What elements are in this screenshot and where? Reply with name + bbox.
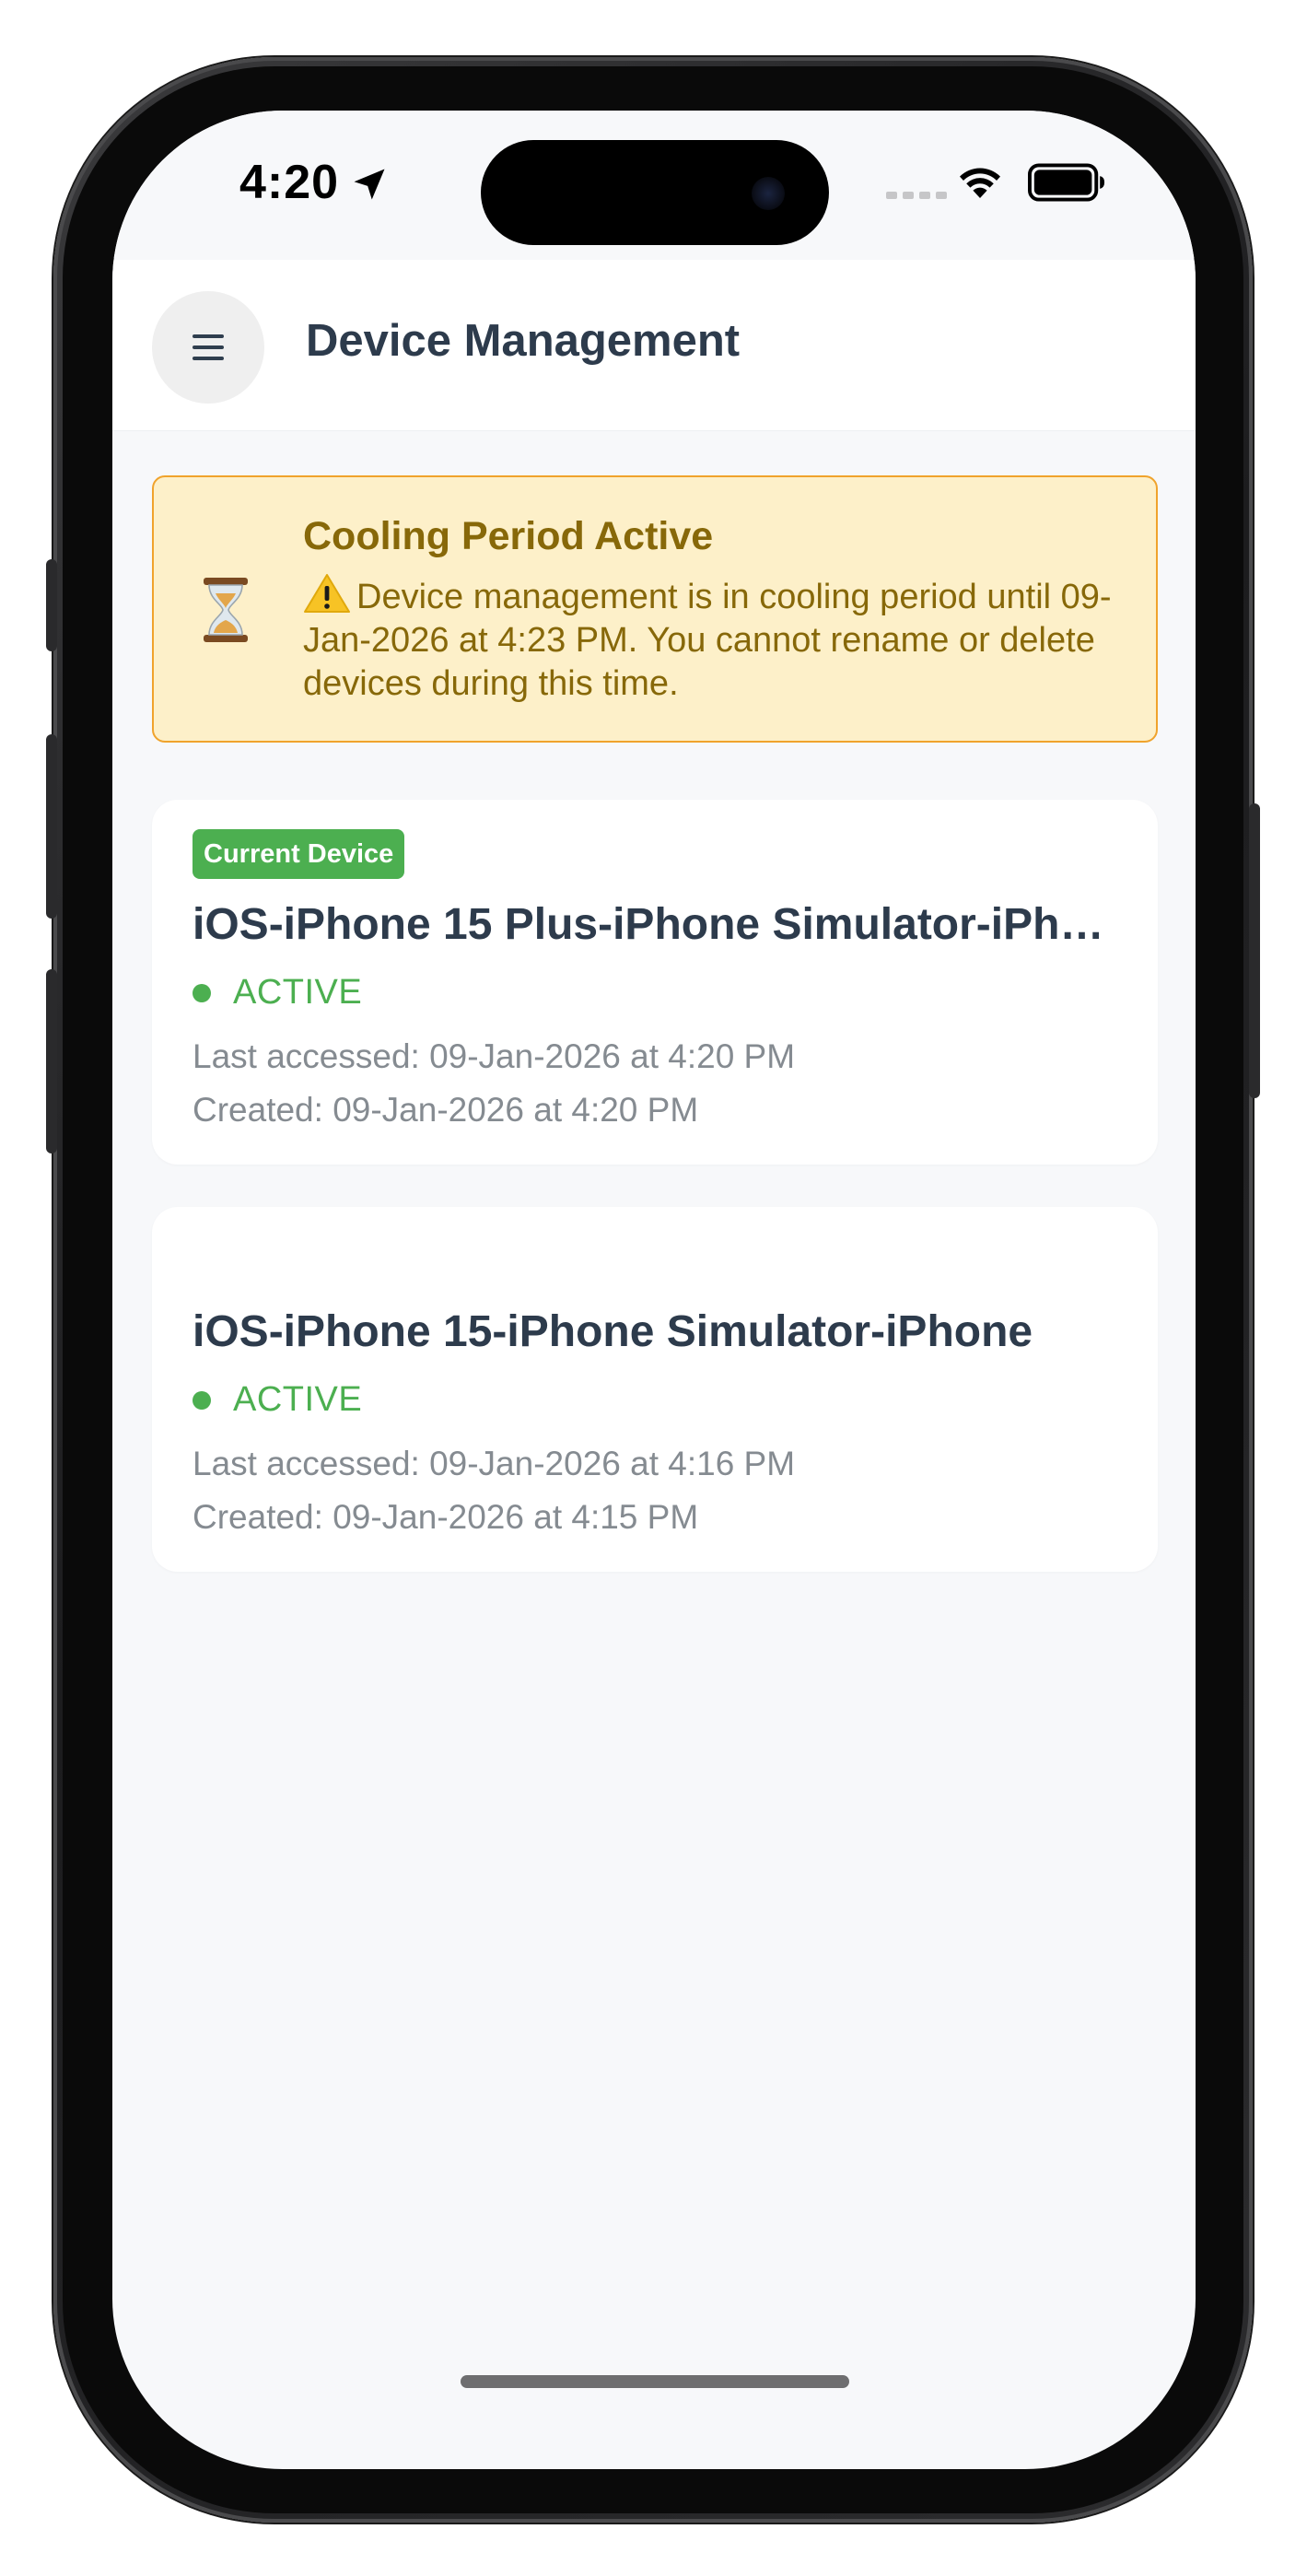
action-button [46,559,57,651]
banner-message: Device management is in cooling period u… [303,578,1112,703]
screen: 4:20 Device Management Cooling Period Ac… [112,111,1196,2469]
page-title: Device Management [306,316,741,366]
power-button [1249,803,1260,1098]
location-arrow-icon [354,169,385,200]
volume-down-button [46,969,57,1153]
wifi-icon [960,168,1000,198]
status-dot-icon [193,983,211,1002]
dynamic-island [481,140,829,245]
cooling-period-banner: Cooling Period Active Device management … [152,475,1158,743]
device-status: ACTIVE [193,1380,362,1420]
hourglass-icon [204,578,248,642]
created-date: Created: 09-Jan-2026 at 4:15 PM [193,1498,699,1536]
device-status: ACTIVE [193,973,362,1013]
device-name: iOS-iPhone 15 Plus-iPhone Simulator-iPho… [193,900,1123,949]
banner-title: Cooling Period Active [303,514,714,558]
hamburger-icon [193,334,224,360]
last-accessed: Last accessed: 09-Jan-2026 at 4:16 PM [193,1445,796,1482]
device-card-current[interactable]: Current Device iOS-iPhone 15 Plus-iPhone… [152,800,1158,1165]
app-header: Device Management [112,260,1196,431]
home-indicator[interactable] [461,2375,849,2388]
created-date: Created: 09-Jan-2026 at 4:20 PM [193,1091,699,1129]
volume-up-button [46,734,57,919]
front-camera-icon [752,177,785,210]
warning-icon [304,574,350,613]
status-bar: 4:20 [112,111,1196,258]
current-device-badge: Current Device [193,829,405,879]
status-dot-icon [193,1390,211,1410]
device-name: iOS-iPhone 15-iPhone Simulator-iPhone [193,1307,1033,1356]
banner-message-container: Device management is in cooling period u… [303,573,1132,706]
cellular-signal-icon [886,192,947,199]
device-card[interactable]: iOS-iPhone 15-iPhone Simulator-iPhone AC… [152,1207,1158,1572]
status-label: ACTIVE [233,1380,363,1419]
status-time: 4:20 [239,156,340,209]
battery-icon [1028,163,1105,202]
last-accessed: Last accessed: 09-Jan-2026 at 4:20 PM [193,1037,796,1075]
status-label: ACTIVE [233,973,363,1012]
menu-button[interactable] [152,291,264,404]
